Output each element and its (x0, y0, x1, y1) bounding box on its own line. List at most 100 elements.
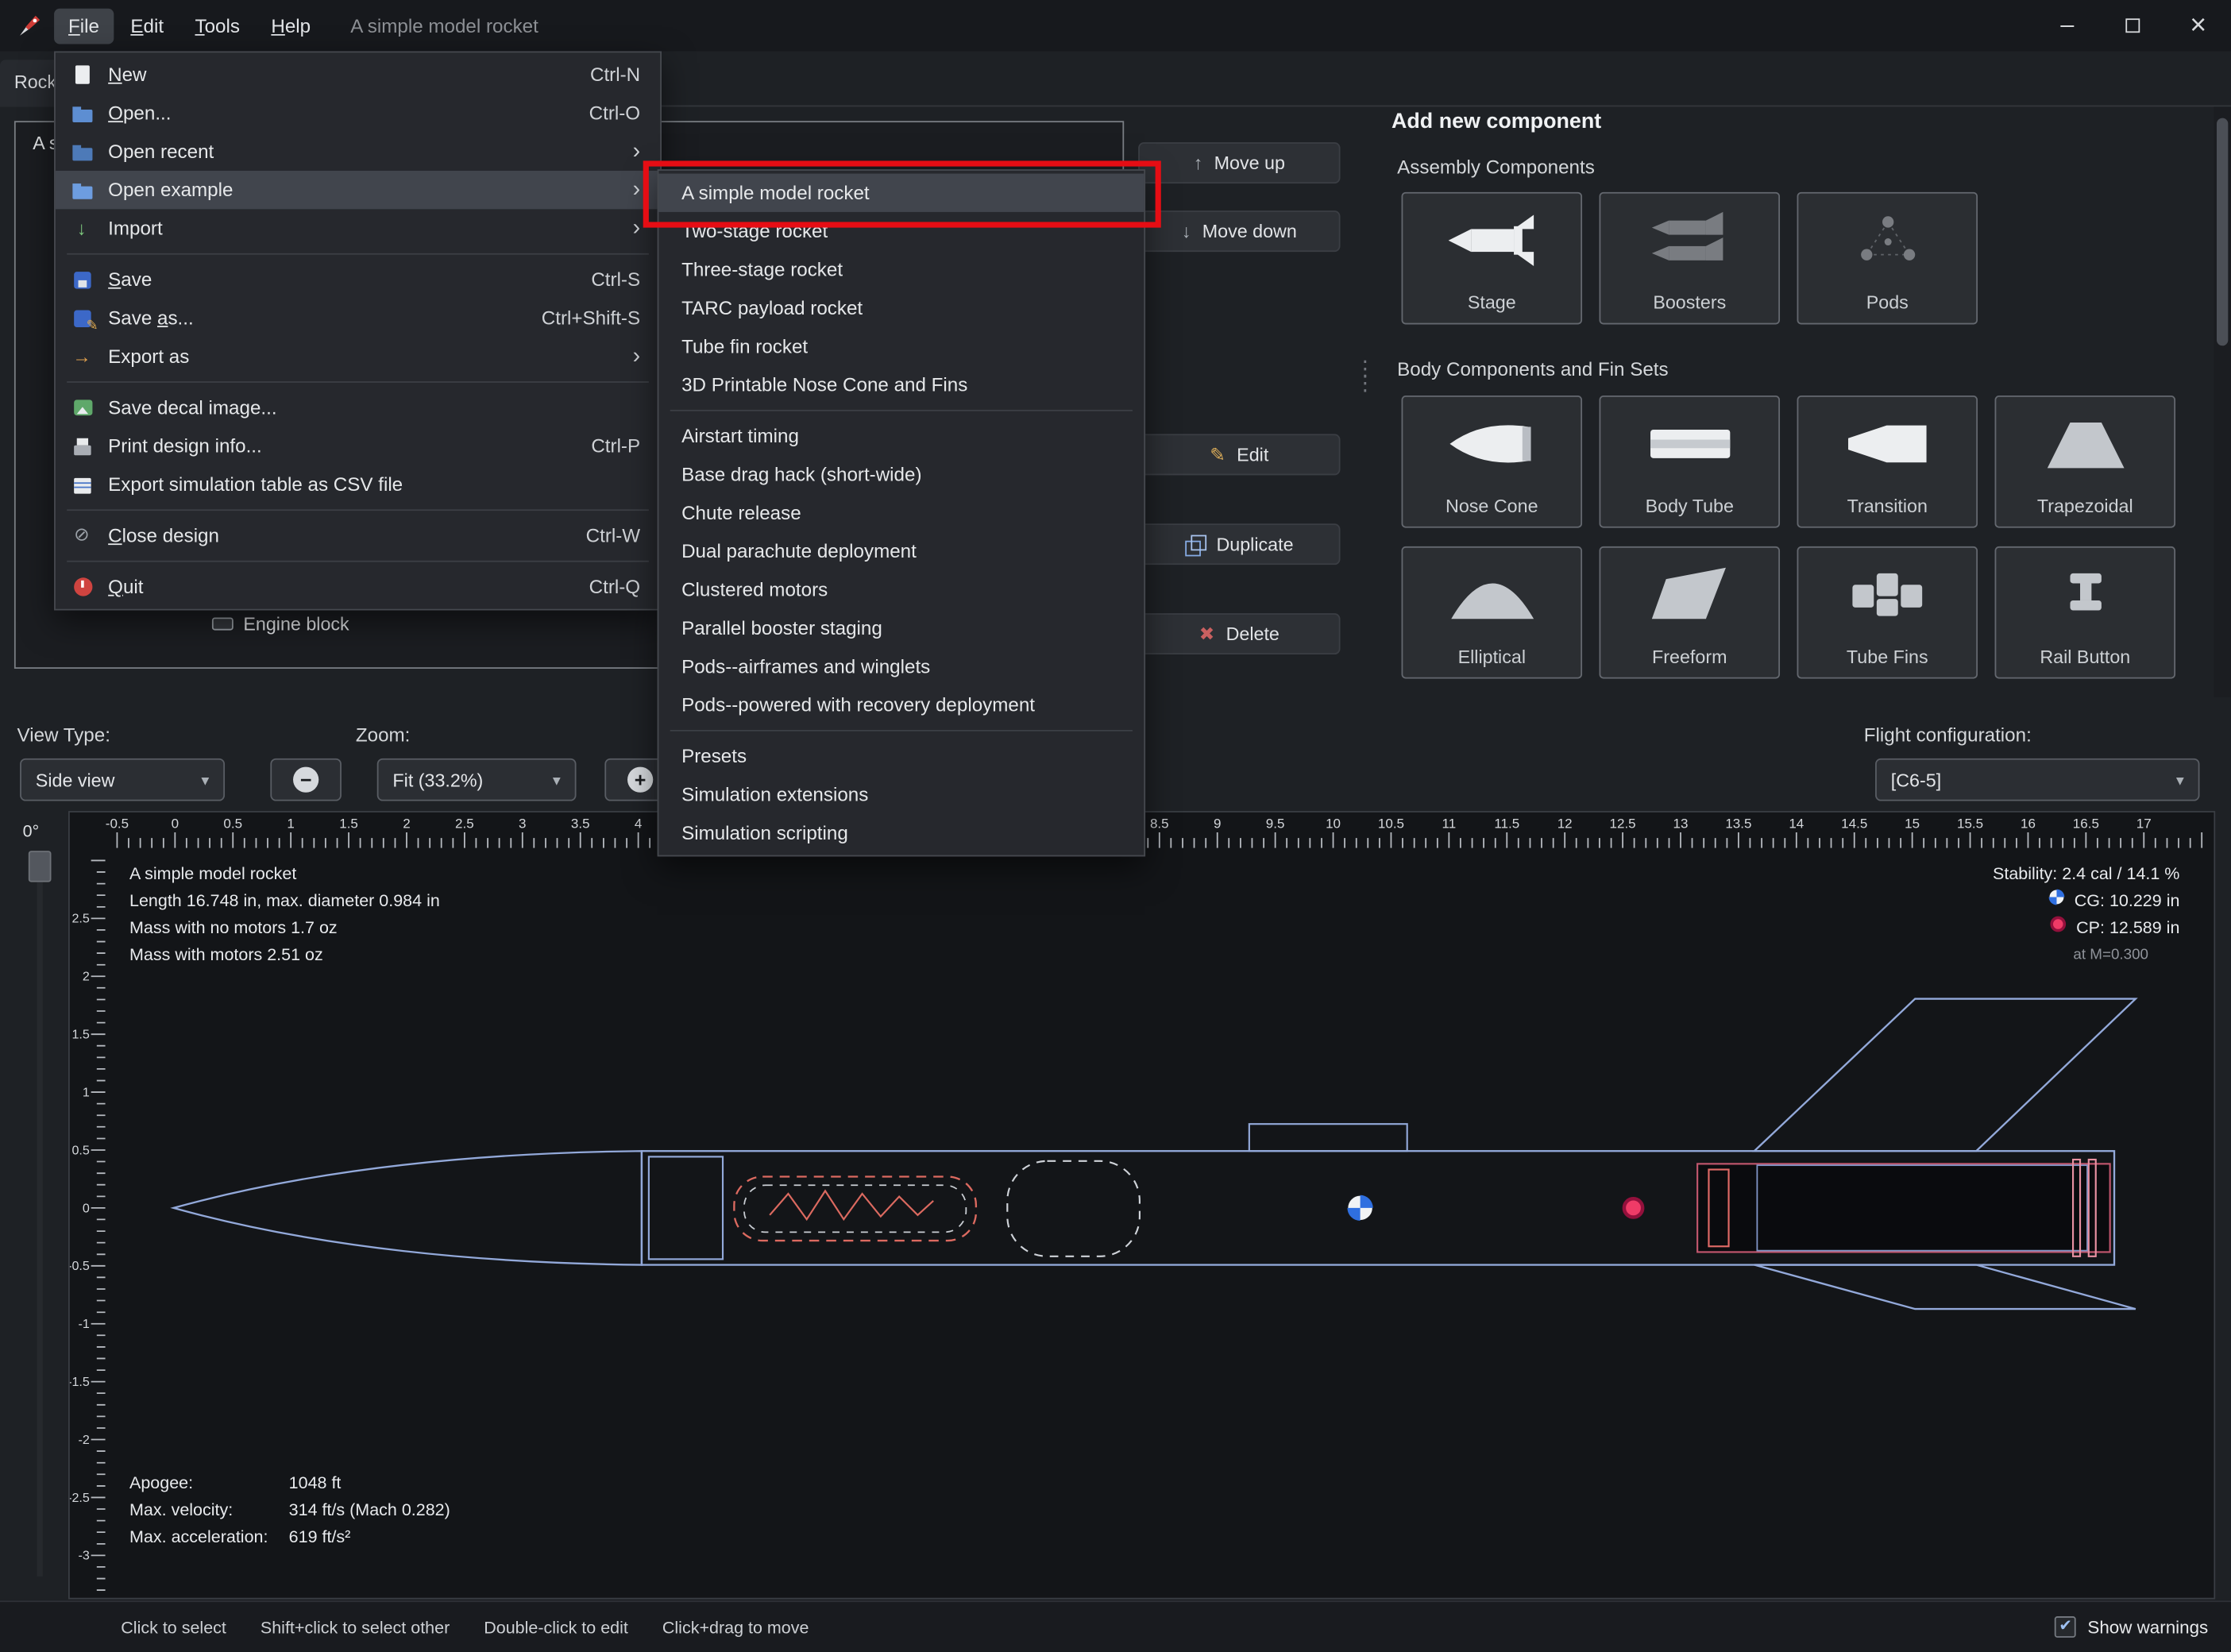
hint-shift-click-to-select-other: Shift+click to select other (260, 1616, 450, 1638)
submenu-item-two-stage-rocket[interactable]: Two-stage rocket (658, 212, 1144, 250)
chevron-down-icon (190, 770, 209, 789)
duplicate-icon (1185, 534, 1206, 556)
menu-item-quit[interactable]: Quit Ctrl-Q (56, 568, 660, 606)
submenu-item-airstart-timing[interactable]: Airstart timing (658, 417, 1144, 455)
menu-item-export-as[interactable]: Export as (56, 338, 660, 376)
menu-item-save[interactable]: Save Ctrl-S (56, 261, 660, 299)
engine-block-icon (211, 617, 234, 631)
component-button-elliptical[interactable]: Elliptical (1401, 546, 1583, 679)
move-down-button[interactable]: ↓ Move down (1138, 210, 1341, 253)
freeform-icon (1600, 548, 1778, 640)
component-button-boosters[interactable]: Boosters (1599, 191, 1781, 325)
menu-item-new[interactable]: New Ctrl-N (56, 56, 660, 94)
svg-text:3.5: 3.5 (571, 816, 590, 832)
menubar-help[interactable]: Help (257, 8, 325, 44)
component-button-pods[interactable]: Pods (1797, 191, 1978, 325)
show-warnings-checkbox[interactable] (2055, 1616, 2077, 1638)
view-type-label: View Type: (17, 724, 110, 746)
cp-marker (1622, 1197, 1645, 1219)
tube-fins-icon (1798, 548, 1976, 640)
move-up-button[interactable]: ↑ Move up (1138, 142, 1341, 184)
vertical-scrollbar[interactable] (2214, 106, 2231, 697)
svg-text:15.5: 15.5 (1957, 816, 1983, 832)
flight-config-select[interactable]: [C6-5] (1875, 758, 2200, 801)
pods-icon (1798, 194, 1976, 286)
tree-item-engine-block[interactable]: Engine block (211, 613, 349, 635)
svg-text:-0.5: -0.5 (70, 1259, 90, 1273)
submenu-item-3d-printable-nose-cone-and-fins[interactable]: 3D Printable Nose Cone and Fins (658, 365, 1144, 403)
delete-button[interactable]: ✖ Delete (1138, 613, 1341, 655)
svg-text:1.5: 1.5 (71, 1028, 89, 1042)
submenu-item-chute-release[interactable]: Chute release (658, 494, 1144, 532)
menu-item-open-recent[interactable]: Open recent (56, 133, 660, 171)
close-button[interactable] (2166, 0, 2231, 51)
component-button-freeform[interactable]: Freeform (1599, 546, 1781, 679)
submenu-item-base-drag-hack-short-wide[interactable]: Base drag hack (short-wide) (658, 455, 1144, 493)
submenu-item-simulation-extensions[interactable]: Simulation extensions (658, 775, 1144, 813)
component-button-nose-cone[interactable]: Nose Cone (1401, 396, 1583, 528)
statusbar: Click to select Shift+click to select oth… (0, 1600, 2231, 1652)
menubar-tools[interactable]: Tools (181, 8, 254, 44)
menu-item-print-design-info[interactable]: Print design info... Ctrl-P (56, 427, 660, 465)
flight-stats-block: Apogee: 1048 ft Max. velocity: 314 ft/s (M… (129, 1470, 450, 1551)
move-up-icon: ↑ (1193, 152, 1203, 174)
component-button-rail-button[interactable]: Rail Button (1994, 546, 2176, 679)
submenu-item-simulation-scripting[interactable]: Simulation scripting (658, 814, 1144, 852)
zoom-select[interactable]: Fit (33.2%) (376, 758, 577, 801)
zoom-out-button[interactable] (270, 758, 342, 801)
minimize-icon (2060, 11, 2074, 40)
submenu-item-pods-powered-with-recovery-deployment[interactable]: Pods--powered with recovery deployment (658, 685, 1144, 724)
zoom-in-icon (627, 766, 654, 793)
component-button-body-tube[interactable]: Body Tube (1599, 396, 1781, 528)
menu-item-export-simulation-table-as-csv-file[interactable]: Export simulation table as CSV file (56, 465, 660, 504)
component-button-transition[interactable]: Transition (1797, 396, 1978, 528)
hint-double-click-to-edit: Double-click to edit (484, 1616, 628, 1638)
rotation-slider-thumb[interactable] (28, 851, 52, 882)
edit-icon: ✎ (1210, 443, 1226, 465)
menu-item-open-example[interactable]: Open example (55, 170, 661, 210)
submenu-item-parallel-booster-staging[interactable]: Parallel booster staging (658, 609, 1144, 647)
chevron-down-icon (2165, 770, 2184, 789)
submenu-item-pods-airframes-and-winglets[interactable]: Pods--airframes and winglets (658, 647, 1144, 685)
cg-row: CG: 10.229 in (1993, 888, 2179, 915)
submenu-item-clustered-motors[interactable]: Clustered motors (658, 570, 1144, 608)
minimize-button[interactable] (2035, 0, 2100, 51)
rocket-name: A simple model rocket (129, 863, 297, 884)
menu-item-import[interactable]: Import (56, 209, 660, 247)
edit-button[interactable]: ✎ Edit (1138, 434, 1341, 476)
panel-drag-handle[interactable]: ⋮ ⋮ (1354, 358, 1376, 394)
svg-text:9: 9 (1214, 816, 1221, 832)
menu-item-close-design[interactable]: Close designCtrl-W (56, 516, 660, 554)
rotation-slider[interactable] (28, 851, 52, 1577)
view-type-select[interactable]: Side view (20, 758, 226, 801)
submenu-item-dual-parachute-deployment[interactable]: Dual parachute deployment (658, 532, 1144, 570)
cg-icon (2048, 888, 2066, 915)
save-as-icon (70, 307, 98, 334)
scrollbar-thumb[interactable] (2217, 118, 2229, 346)
quit-icon (70, 576, 95, 599)
submenu-item-presets[interactable]: Presets (658, 737, 1144, 775)
flight-config-label: Flight configuration: (1863, 724, 2032, 746)
duplicate-button[interactable]: Duplicate (1138, 523, 1341, 565)
export-as-icon (70, 345, 95, 368)
close-design-icon (70, 523, 95, 547)
menubar-edit[interactable]: Edit (116, 8, 178, 44)
submenu-item-a-simple-model-rocket[interactable]: A simple model rocket (658, 173, 1144, 212)
component-button-tube-fins[interactable]: Tube Fins (1797, 546, 1978, 679)
menu-item-save-decal-image[interactable]: Save decal image... (56, 388, 660, 427)
menubar-file[interactable]: File (54, 7, 114, 44)
component-button-trapezoidal[interactable]: Trapezoidal (1994, 396, 2176, 528)
menu-shortcut: Ctrl-O (589, 102, 641, 124)
apogee-row: Apogee: 1048 ft (129, 1473, 342, 1493)
zoom-label: Zoom: (355, 724, 411, 746)
submenu-item-tarc-payload-rocket[interactable]: TARC payload rocket (658, 289, 1144, 327)
body-tube-icon (1600, 397, 1778, 489)
component-button-stage[interactable]: Stage (1401, 191, 1583, 325)
submenu-item-three-stage-rocket[interactable]: Three-stage rocket (658, 250, 1144, 288)
stability-row: Stability: 2.4 cal / 14.1 % (1993, 863, 2180, 884)
menu-item-open[interactable]: Open... Ctrl-O (56, 94, 660, 132)
menu-item-save-as[interactable]: Save as...Ctrl+Shift-S (56, 299, 660, 337)
maximize-button[interactable] (2100, 0, 2165, 51)
rocket-design-canvas[interactable]: -0.500.511.522.533.544.555.566.577.588.5… (68, 811, 2216, 1600)
submenu-item-tube-fin-rocket[interactable]: Tube fin rocket (658, 327, 1144, 365)
